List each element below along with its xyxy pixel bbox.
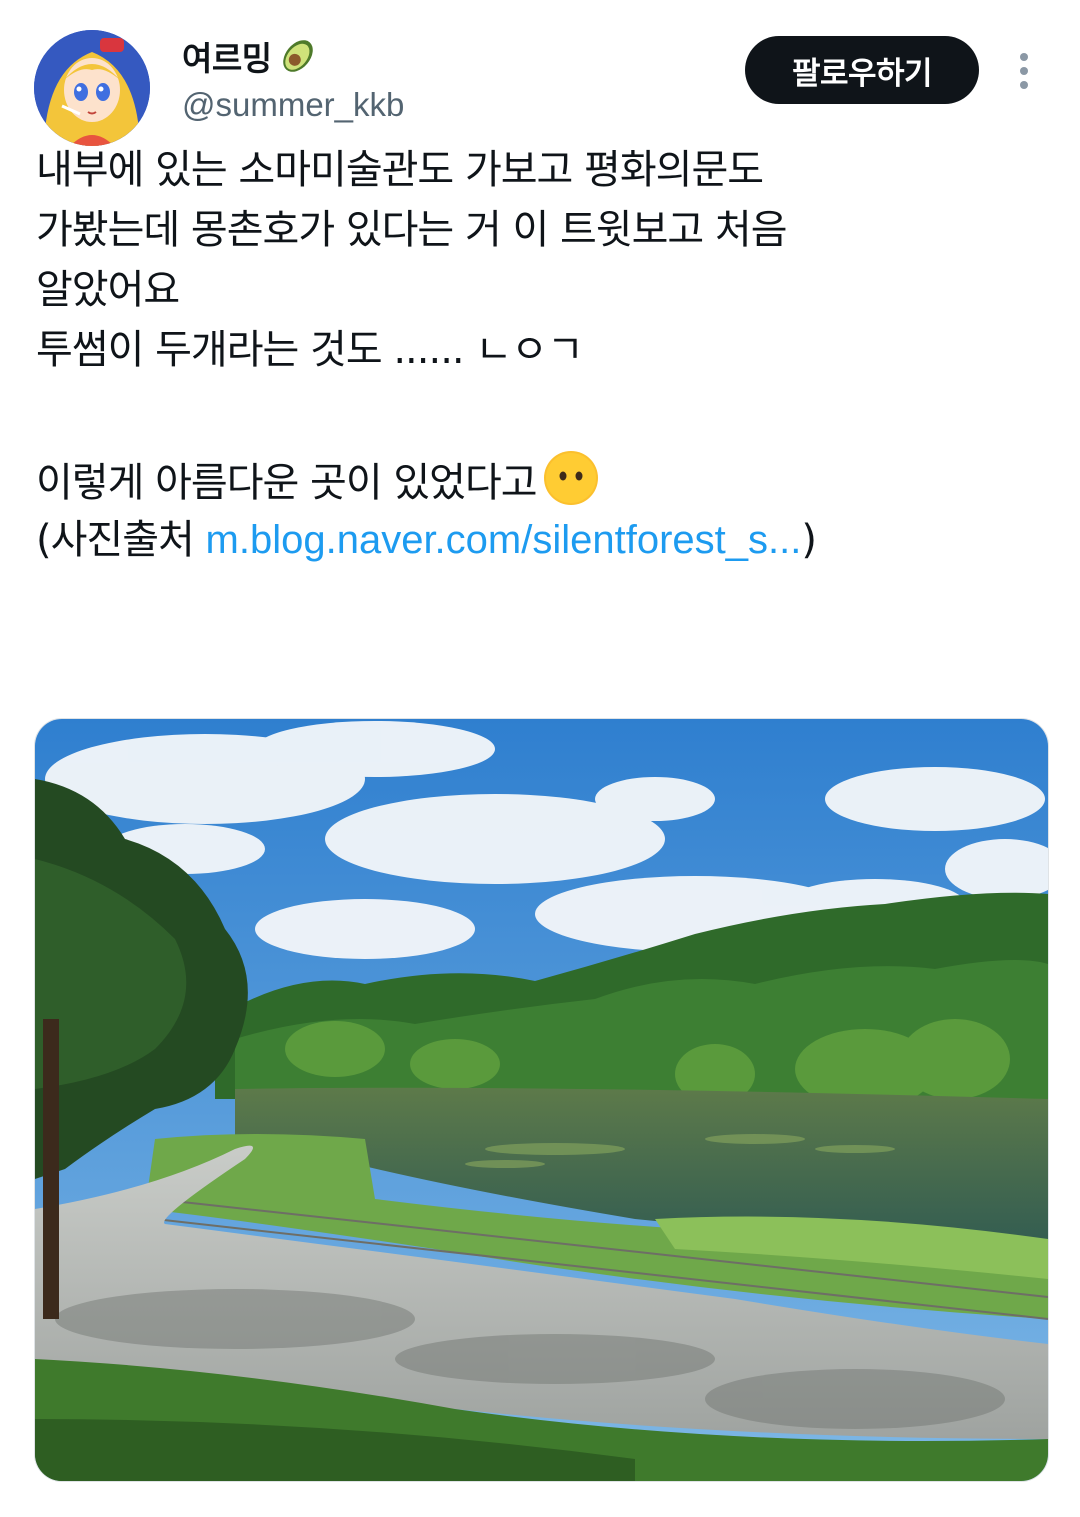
lake-park-photo [35,719,1048,1481]
avocado-emoji-icon [278,36,318,76]
author-handle[interactable]: @summer_kkb [182,86,404,124]
author-display-name[interactable]: 여르밍 [182,32,272,80]
author-avatar[interactable] [34,30,150,146]
no-mouth-face-emoji-icon [543,450,599,506]
more-vertical-icon[interactable] [1004,48,1044,94]
follow-button[interactable]: 팔로우하기 [745,36,979,104]
tweet-line: 내부에 있는 소마미술관도 가보고 평화의문도 [36,147,764,193]
tweet-line: 이렇게 아름다운 곳이 있었다고 [36,450,1046,510]
source-link[interactable]: m.blog.naver.com/silentforest_s... [206,518,802,562]
avatar-image [34,30,150,146]
source-suffix: ) [801,517,817,563]
tweet-line: (사진출처 m.blog.naver.com/silentforest_s...… [36,510,1046,570]
source-prefix: (사진출처 [36,517,206,563]
author-name-row[interactable]: 여르밍 [182,30,318,82]
tweet-photo[interactable] [34,718,1049,1482]
tweet-line: 가봤는데 몽촌호가 있다는 거 이 트윗보고 처음 [36,207,788,253]
tweet-text: 내부에 있는 소마미술관도 가보고 평화의문도 가봤는데 몽촌호가 있다는 거 … [36,140,1046,570]
line-break [36,380,1046,450]
tweet-line: 알았어요 [36,267,180,313]
tweet-line: 투썸이 두개라는 것도 ...... ㄴㅇㄱ [36,327,584,373]
tweet-line-text: 이렇게 아름다운 곳이 있었다고 [36,460,538,506]
